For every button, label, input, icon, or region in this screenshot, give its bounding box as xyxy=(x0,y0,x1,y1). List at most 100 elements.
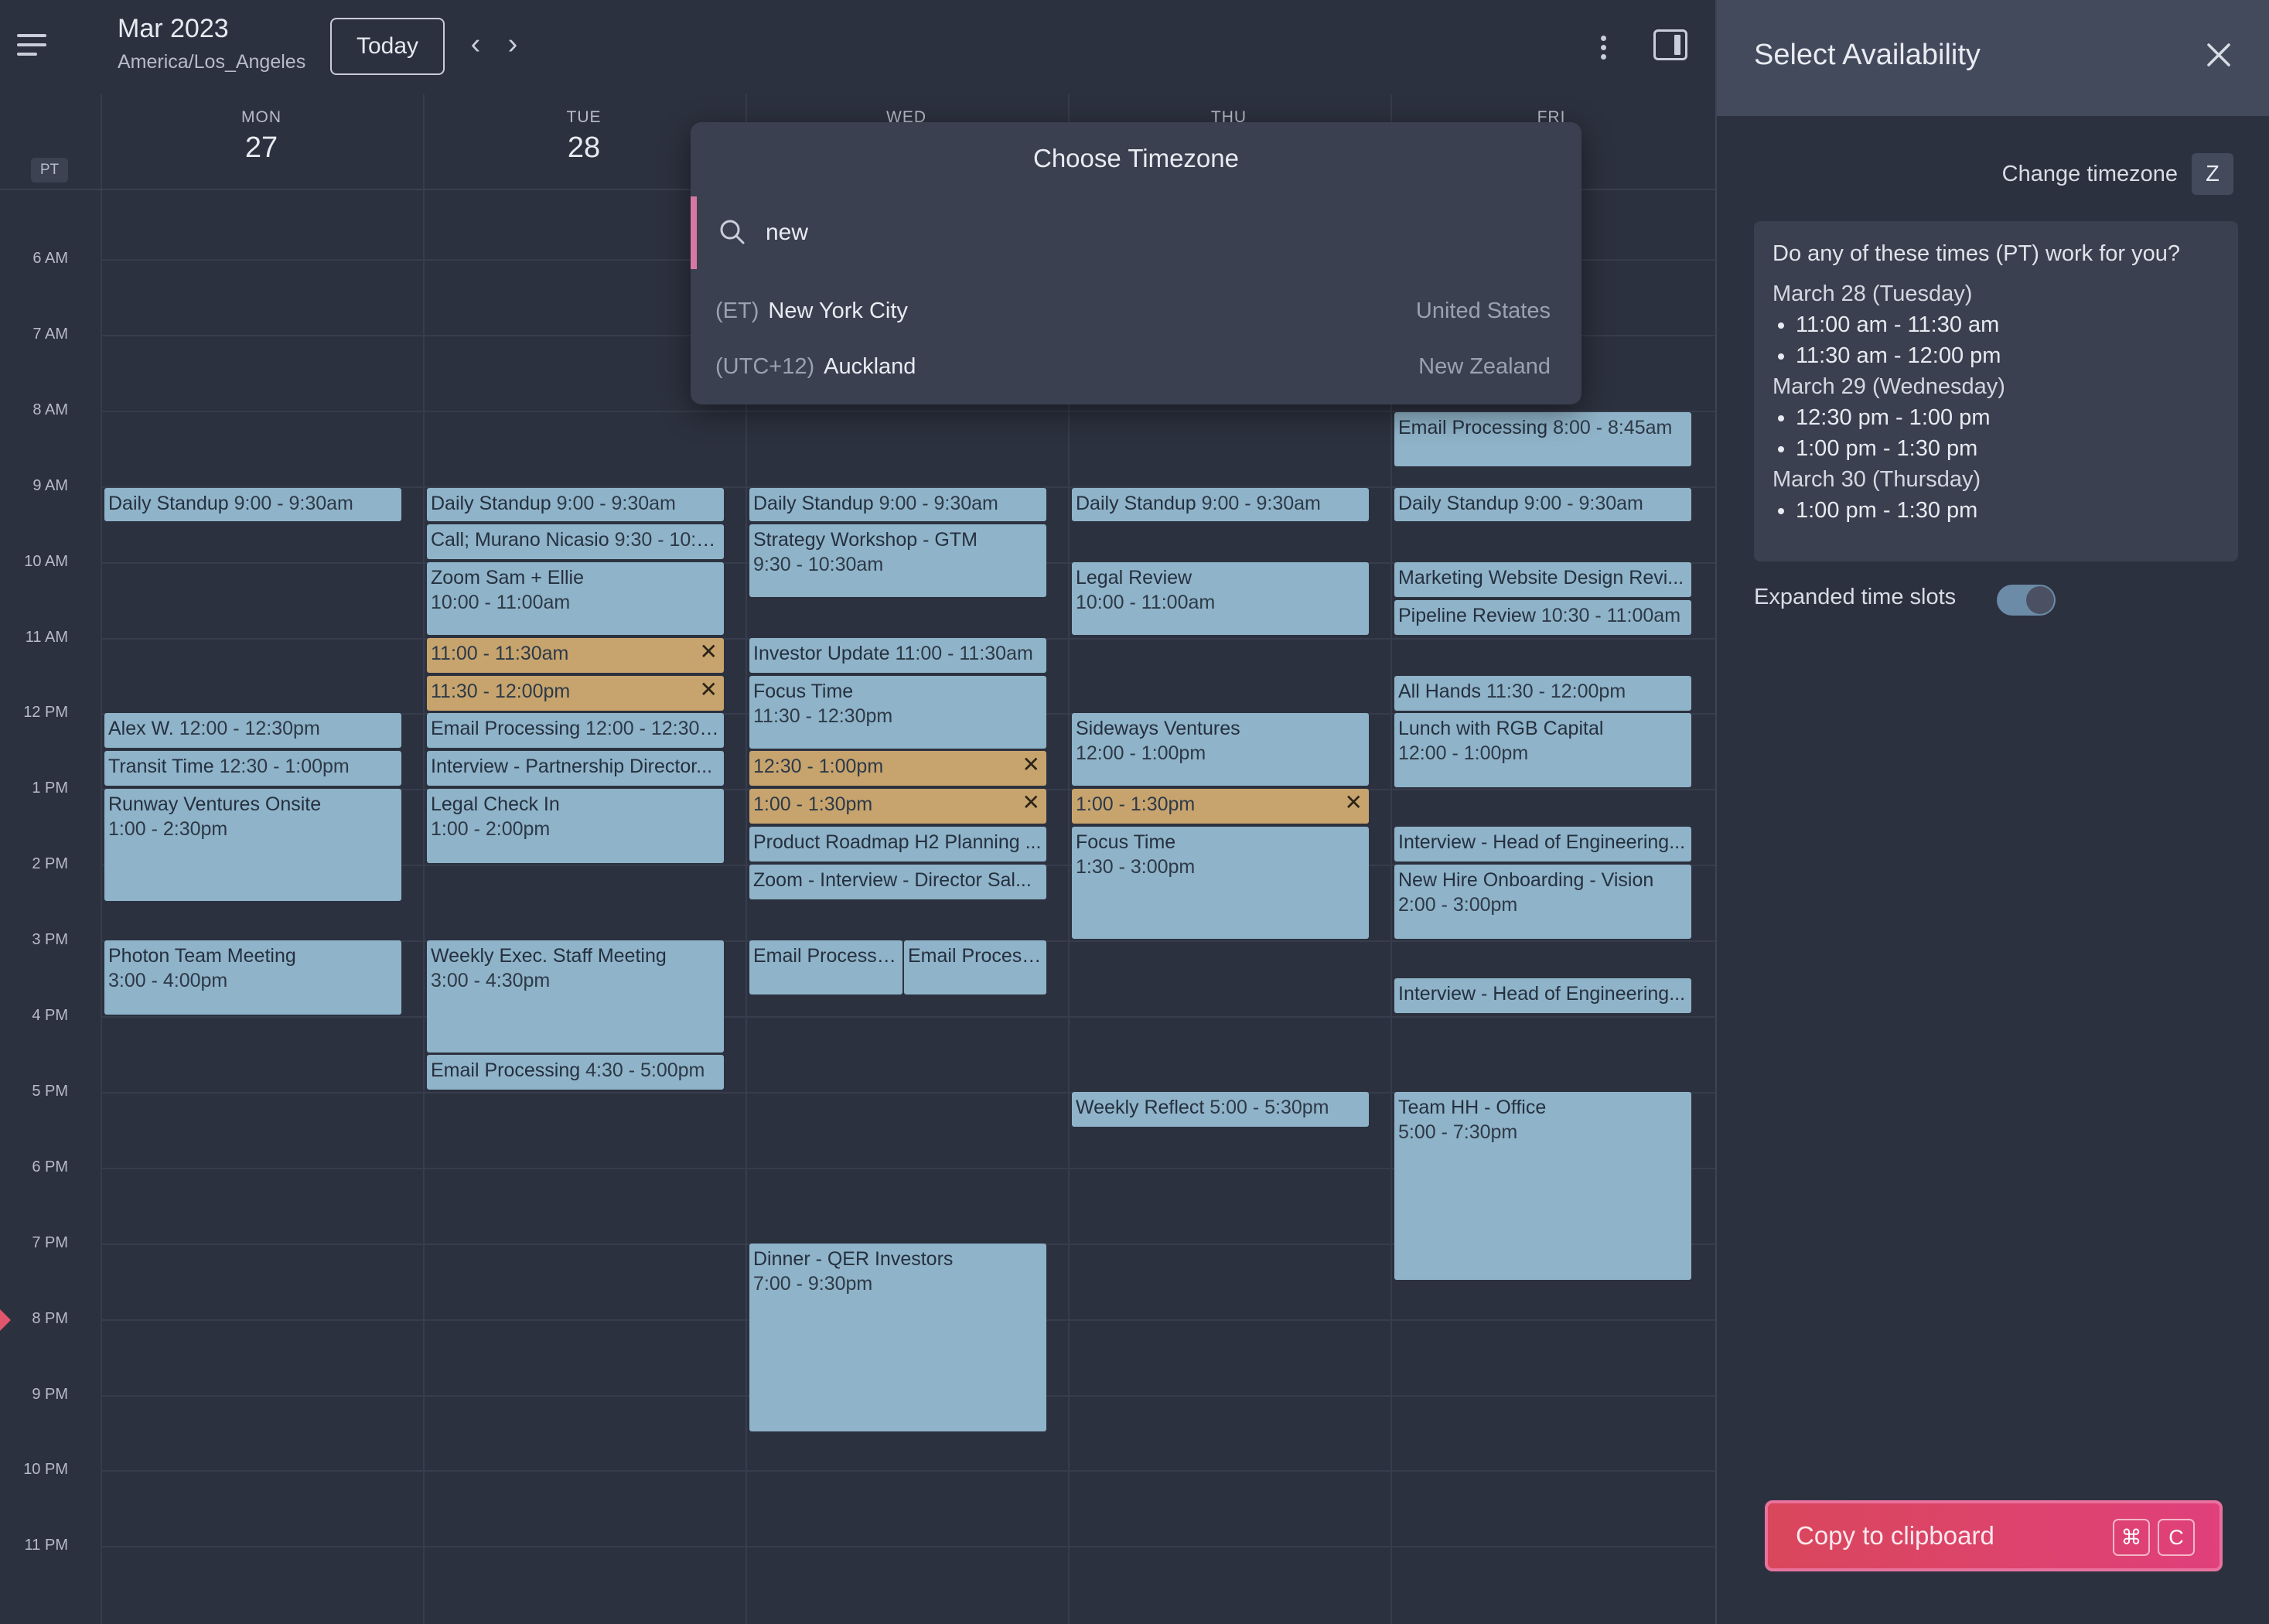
event-daily-standup[interactable]: Daily Standup 9:00 - 9:30am xyxy=(104,488,401,521)
event-team-hh[interactable]: Team HH - Office 5:00 - 7:30pm xyxy=(1394,1092,1691,1280)
cmd-key-icon: ⌘ xyxy=(2113,1519,2150,1556)
hour-label: 9 PM xyxy=(32,1386,68,1403)
event-interview-head-eng[interactable]: Interview - Head of Engineering... xyxy=(1394,827,1691,861)
event-interview-partnership[interactable]: Interview - Partnership Director... xyxy=(427,751,724,786)
calendar-area: Mar 2023 America/Los_Angeles Today ‹ › M… xyxy=(0,0,1715,1624)
event-lunch-rgb[interactable]: Lunch with RGB Capital 12:00 - 1:00pm xyxy=(1394,713,1691,787)
hour-label: 10 PM xyxy=(23,1461,68,1478)
event-dinner-qer[interactable]: Dinner - QER Investors 7:00 - 9:30pm xyxy=(749,1244,1046,1431)
event-weekly-exec[interactable]: Weekly Exec. Staff Meeting 3:00 - 4:30pm xyxy=(427,940,724,1053)
hour-label: 7 PM xyxy=(32,1234,68,1251)
next-week-icon[interactable]: › xyxy=(497,28,528,67)
search-row xyxy=(691,196,1581,269)
c-key-icon: C xyxy=(2158,1519,2195,1556)
selected-slot[interactable]: 11:00 - 11:30am ✕ xyxy=(427,638,724,673)
hour-label: 9 AM xyxy=(32,477,68,494)
prev-week-icon[interactable]: ‹ xyxy=(460,28,491,67)
focus-accent xyxy=(691,196,697,269)
timezone-result-auckland[interactable]: (UTC+12) Auckland New Zealand xyxy=(715,343,1551,390)
event-daily-standup[interactable]: Daily Standup 9:00 - 9:30am xyxy=(427,488,724,521)
remove-slot-icon[interactable]: ✕ xyxy=(700,640,718,664)
availability-slot-list: 1:00 pm - 1:30 pm xyxy=(1773,495,2220,526)
expanded-slots-toggle[interactable] xyxy=(1997,585,2056,616)
availability-slot: 1:00 pm - 1:30 pm xyxy=(1796,495,2220,526)
event-email-processing[interactable]: Email Processing 4:30 - 5:00pm xyxy=(427,1055,724,1090)
event-weekly-reflect[interactable]: Weekly Reflect 5:00 - 5:30pm xyxy=(1072,1092,1369,1127)
remove-slot-icon[interactable]: ✕ xyxy=(1345,790,1363,815)
hour-label: 10 AM xyxy=(24,553,68,570)
event-zoom-interview[interactable]: Zoom - Interview - Director Sal... xyxy=(749,865,1046,899)
event-interview-head-eng[interactable]: Interview - Head of Engineering... xyxy=(1394,978,1691,1013)
event-legal-check-in[interactable]: Legal Check In 1:00 - 2:00pm xyxy=(427,789,724,863)
event-investor-update[interactable]: Investor Update 11:00 - 11:30am xyxy=(749,638,1046,673)
menu-icon[interactable] xyxy=(17,34,46,57)
hour-label: 8 PM xyxy=(32,1310,68,1327)
event-email-processing[interactable]: Email Processing xyxy=(749,940,902,995)
hour-label: 7 AM xyxy=(32,326,68,343)
more-options-icon[interactable] xyxy=(1592,28,1615,67)
close-icon[interactable] xyxy=(2199,36,2238,74)
modal-title: Choose Timezone xyxy=(1033,144,1239,172)
event-runway-ventures[interactable]: Runway Ventures Onsite 1:00 - 2:30pm xyxy=(104,789,401,901)
remove-slot-icon[interactable]: ✕ xyxy=(1022,790,1040,815)
hour-label: 5 PM xyxy=(32,1083,68,1100)
availability-slot: 1:00 pm - 1:30 pm xyxy=(1796,433,2220,464)
timezone-search-input[interactable] xyxy=(764,210,1541,255)
selected-slot[interactable]: 1:00 - 1:30pm ✕ xyxy=(1072,789,1369,824)
event-transit-time[interactable]: Transit Time 12:30 - 1:00pm xyxy=(104,751,401,786)
expanded-slots-label: Expanded time slots xyxy=(1754,585,1957,609)
remove-slot-icon[interactable]: ✕ xyxy=(1022,752,1040,777)
timezone-result-new-york[interactable] xyxy=(715,410,1551,456)
availability-slot-list: 11:00 am - 11:30 am 11:30 am - 12:00 pm xyxy=(1773,309,2220,371)
availability-day: March 30 (Thursday) xyxy=(1773,467,1981,492)
change-timezone-button[interactable]: Change timezone xyxy=(1949,153,2178,195)
selected-slot[interactable]: 11:30 - 12:00pm ✕ xyxy=(427,676,724,711)
availability-slot: 11:00 am - 11:30 am xyxy=(1796,309,2220,340)
event-strategy-workshop[interactable]: Strategy Workshop - GTM 9:30 - 10:30am xyxy=(749,524,1046,597)
copy-to-clipboard-button[interactable]: Copy to clipboard ⌘ C xyxy=(1765,1500,2223,1571)
hour-label: 3 PM xyxy=(32,931,68,948)
sidebar-header: Select Availability xyxy=(1717,0,2269,116)
selected-slot[interactable]: 12:30 - 1:00pm ✕ xyxy=(749,751,1046,786)
availability-question: Do any of these times (PT) work for you? xyxy=(1773,241,2181,266)
remove-slot-icon[interactable]: ✕ xyxy=(700,677,718,702)
event-new-hire-onboarding[interactable]: New Hire Onboarding - Vision 2:00 - 3:00p… xyxy=(1394,865,1691,939)
event-daily-standup[interactable]: Daily Standup 9:00 - 9:30am xyxy=(749,488,1046,521)
hour-label: 11 PM xyxy=(24,1537,68,1554)
today-button[interactable]: Today xyxy=(330,18,445,75)
month-title: Mar 2023 xyxy=(118,14,229,43)
availability-slot: 11:30 am - 12:00 pm xyxy=(1796,340,2220,371)
event-email-processing[interactable]: Email Process... xyxy=(904,940,1046,995)
event-call-murano[interactable]: Call; Murano Nicasio 9:30 - 10:0... xyxy=(427,524,724,559)
availability-sidebar: Select Availability Change timezone Z Do… xyxy=(1715,0,2269,1624)
event-focus-time[interactable]: Focus Time 1:30 - 3:00pm xyxy=(1072,827,1369,939)
availability-day: March 29 (Wednesday) xyxy=(1773,374,2005,399)
event-photon-team[interactable]: Photon Team Meeting 3:00 - 4:00pm xyxy=(104,940,401,1015)
event-focus-time[interactable]: Focus Time 11:30 - 12:30pm xyxy=(749,676,1046,749)
hour-label: 1 PM xyxy=(32,780,68,797)
availability-slot: 12:30 pm - 1:00 pm xyxy=(1796,402,2220,433)
event-alex-w[interactable]: Alex W. 12:00 - 12:30pm xyxy=(104,713,401,748)
toggle-sidebar-icon[interactable] xyxy=(1653,29,1687,60)
hour-line xyxy=(101,1016,1715,1018)
event-all-hands[interactable]: All Hands 11:30 - 12:00pm xyxy=(1394,676,1691,711)
event-email-processing[interactable]: Email Processing 12:00 - 12:30p... xyxy=(427,713,724,748)
event-sideways-ventures[interactable]: Sideways Ventures 12:00 - 1:00pm xyxy=(1072,713,1369,786)
selected-slot[interactable]: 1:00 - 1:30pm ✕ xyxy=(749,789,1046,824)
event-daily-standup[interactable]: Daily Standup 9:00 - 9:30am xyxy=(1394,488,1691,521)
hour-label: 6 PM xyxy=(32,1158,68,1175)
event-product-roadmap[interactable]: Product Roadmap H2 Planning ... xyxy=(749,827,1046,861)
availability-summary: Do any of these times (PT) work for you?… xyxy=(1754,221,2238,561)
availability-day: March 28 (Tuesday) xyxy=(1773,281,1973,306)
tz-badge: PT xyxy=(31,158,68,183)
search-icon xyxy=(720,220,745,244)
timezone-result-new-york[interactable]: (ET) New York City United States xyxy=(715,288,1551,334)
event-daily-standup[interactable]: Daily Standup 9:00 - 9:30am xyxy=(1072,488,1369,521)
hour-label: 4 PM xyxy=(32,1007,68,1024)
hour-label: 12 PM xyxy=(23,704,68,721)
event-pipeline-review[interactable]: Pipeline Review 10:30 - 11:00am xyxy=(1394,600,1691,635)
top-bar: Mar 2023 America/Los_Angeles Today ‹ › xyxy=(0,0,1715,94)
event-marketing-website[interactable]: Marketing Website Design Revi... xyxy=(1394,562,1691,597)
event-legal-review[interactable]: Legal Review 10:00 - 11:00am xyxy=(1072,562,1369,635)
event-zoom-sam-ellie[interactable]: Zoom Sam + Ellie 10:00 - 11:00am xyxy=(427,562,724,635)
